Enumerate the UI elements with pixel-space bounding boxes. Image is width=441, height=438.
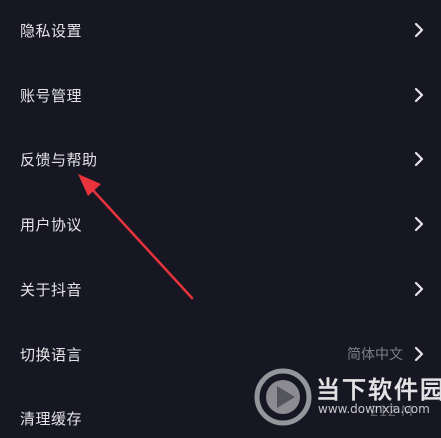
settings-item-label: 用户协议 [20,215,83,234]
language-value: 简体中文 [347,347,403,363]
chevron-right-icon [413,22,425,38]
settings-item-label: 关于抖音 [20,280,83,299]
settings-item-label: 反馈与帮助 [20,150,98,169]
settings-item-language[interactable]: 切换语言 简体中文 [0,334,441,374]
chevron-right-icon [413,216,425,232]
chevron-right-icon [413,346,425,362]
cache-size-value: 212 M [369,404,413,420]
settings-item-privacy[interactable]: 隐私设置 [0,10,441,50]
chevron-right-icon [413,151,425,167]
settings-item-account[interactable]: 账号管理 [0,75,441,115]
settings-item-label: 清理缓存 [20,409,83,428]
chevron-right-icon [413,87,425,103]
settings-item-about[interactable]: 关于抖音 [0,269,441,309]
settings-item-label: 切换语言 [20,345,83,364]
settings-item-feedback-help[interactable]: 反馈与帮助 [0,139,441,179]
settings-item-user-agreement[interactable]: 用户协议 [0,204,441,244]
settings-item-label: 隐私设置 [20,21,83,40]
chevron-right-icon [413,281,425,297]
settings-item-label: 账号管理 [20,86,83,105]
